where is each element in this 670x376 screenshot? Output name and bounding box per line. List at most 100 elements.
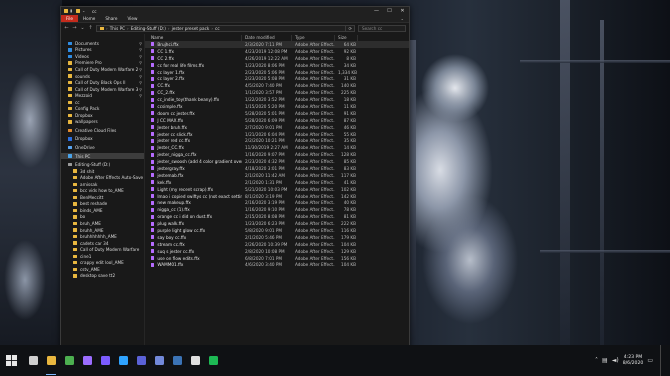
file-size: 46 KB xyxy=(343,124,356,130)
after-effects-preset-icon xyxy=(151,159,155,164)
file-row[interactable]: jester red cc.ffx 2/2/2020 10:21 PM Adobe … xyxy=(145,137,409,144)
new-folder-icon[interactable] xyxy=(76,9,80,13)
file-row[interactable]: cc for real life films.ffx 1/23/2020 8:06… xyxy=(145,62,409,69)
clock[interactable]: 4:23 PM 8/6/2020 xyxy=(623,355,644,367)
file-name: cc layer 1.ffx xyxy=(157,69,185,75)
media-encoder-icon[interactable] xyxy=(132,345,150,376)
spotify-icon[interactable] xyxy=(204,345,222,376)
file-row[interactable]: Light (my recent scrap).ffx 5/21/2020 10:… xyxy=(145,186,409,193)
file-row[interactable]: cc layer 2.ffx 2/23/2020 5:08 PM Adobe Aft… xyxy=(145,75,409,82)
file-row[interactable]: ccsimple.ffx 1/15/2020 5:20 PM Adobe After… xyxy=(145,103,409,110)
sidebar-item-label: Documents xyxy=(75,40,99,46)
taskbar: ˄ ▤ ◄) 4:23 PM 8/6/2020 ▭ xyxy=(0,345,670,376)
file-row[interactable]: Jester_CC.ffx 11/30/2019 2:27 AM Adobe Aft… xyxy=(145,144,409,151)
breadcrumb-cc[interactable]: cc xyxy=(215,26,220,31)
column-type-header[interactable]: Type xyxy=(292,34,335,41)
address-bar[interactable]: › This PC › Editing-Stuff (D:) › jester … xyxy=(96,24,355,32)
folder-icon xyxy=(73,208,77,213)
file-row[interactable]: cc layer 1.ffx 2/23/2020 5:06 PM Adobe Aft… xyxy=(145,69,409,76)
file-row[interactable]: jestergray.ffx 4/18/2020 3:01 PM Adobe Aft… xyxy=(145,165,409,172)
breadcrumb-jester-preset-pack[interactable]: jester preset pack xyxy=(172,26,210,31)
breadcrumb-drive[interactable]: Editing-Stuff (D:) xyxy=(131,26,166,31)
properties-icon[interactable]: ▮ xyxy=(70,9,74,13)
recent-locations-button[interactable]: ⌄ xyxy=(80,25,85,31)
after-effects-preset-icon xyxy=(151,180,155,185)
file-row[interactable]: jester_nigga_cc.ffx 1/16/2020 9:07 PM Adob… xyxy=(145,151,409,158)
file-size: 92 KB xyxy=(343,48,356,54)
maximize-button[interactable]: ☐ xyxy=(383,7,396,15)
file-row[interactable]: CC 1.ffx 4/23/2019 12:08 PM Adobe After Ef… xyxy=(145,48,409,55)
chrome-icon[interactable] xyxy=(60,345,78,376)
tab-share[interactable]: Share xyxy=(100,15,122,22)
tab-view[interactable]: View xyxy=(122,15,142,22)
tab-home[interactable]: Home xyxy=(78,15,100,22)
file-size: 179 KB xyxy=(341,234,356,240)
file-explorer-icon[interactable] xyxy=(42,345,60,376)
file-row[interactable]: CC 2.ffx 4/26/2019 12:22 AM Adobe After Ef… xyxy=(145,55,409,62)
file-row[interactable]: say boy cc.ffx 2/1/2020 5:46 PM Adobe Afte… xyxy=(145,234,409,241)
premiere-pro-icon[interactable] xyxy=(96,345,114,376)
minimize-button[interactable]: — xyxy=(370,7,383,15)
chevron-down-icon[interactable]: ⌄ xyxy=(82,9,86,13)
file-size: 35 KB xyxy=(343,138,356,144)
steam-icon[interactable] xyxy=(168,345,186,376)
tab-file[interactable]: File xyxy=(61,15,79,22)
sidebar-item-label: sounds xyxy=(75,73,90,79)
file-size: 104 KB xyxy=(341,262,356,268)
folder-icon xyxy=(73,241,77,245)
after-effects-icon[interactable] xyxy=(78,345,96,376)
obs-icon[interactable] xyxy=(186,345,204,376)
file-row[interactable]: CC_2.ffx 1/1/2020 3:57 PM Adobe After Effe… xyxy=(145,89,409,96)
notifications-icon[interactable]: ▭ xyxy=(647,357,653,364)
task-view-icon[interactable] xyxy=(24,345,42,376)
column-date-header[interactable]: Date modified xyxy=(242,34,292,41)
file-row[interactable]: CC.ffx 4/5/2020 7:40 PM Adobe After Effect… xyxy=(145,82,409,89)
refresh-icon[interactable]: ⟳ xyxy=(345,25,354,31)
column-size-header[interactable]: Size xyxy=(335,34,358,41)
breadcrumb-this-pc[interactable]: This PC xyxy=(110,26,125,31)
file-row[interactable]: plug walk.ffx 1/23/2020 6:23 PM Adobe Afte… xyxy=(145,220,409,227)
file-row[interactable]: J CC MAX.ffx 5/28/2020 6:09 PM Adobe After… xyxy=(145,117,409,124)
file-row[interactable]: jester_swoosh (add 4 color gradient over… xyxy=(145,158,409,165)
column-name-header[interactable]: Name xyxy=(148,34,242,41)
file-name: jestergray.ffx xyxy=(157,165,185,171)
pin-icon: ⚲ xyxy=(139,73,142,79)
file-row[interactable]: kek.ffx 2/1/2020 1:31 PM Adobe After Effec… xyxy=(145,179,409,186)
back-button[interactable]: ← xyxy=(64,25,69,31)
close-button[interactable]: ✕ xyxy=(396,7,409,15)
file-row[interactable]: lmao i copied swiftys cc (not exact sett… xyxy=(145,193,409,200)
sidebar-item[interactable]: desktop save tt2 xyxy=(61,273,144,280)
file-row[interactable]: suq s jester cc.ffx 2/8/2020 10:08 PM Adob… xyxy=(145,248,409,255)
navigation-pane: Documents ⚲ Pictures ⚲ Videos ⚲ Premiere Pro ⚲ C… xyxy=(61,34,145,346)
file-date: 1/21/2020 6:04 PM xyxy=(245,131,285,137)
file-row[interactable]: Jester bruh.ffx 2/7/2020 9:01 PM Adobe Aft… xyxy=(145,124,409,131)
file-row[interactable]: Brujhci.ffx 2/3/2020 7:11 PM Adobe After E… xyxy=(145,41,409,48)
file-size: 129 KB xyxy=(341,248,356,254)
file-row[interactable]: cc_indie_toy(thank beany).ffx 1/22/2020 3… xyxy=(145,96,409,103)
file-row[interactable]: orange cc i did on dust.ffx 2/15/2020 8:0… xyxy=(145,213,409,220)
search-input[interactable]: Search cc xyxy=(358,24,406,32)
discord-icon[interactable] xyxy=(150,345,168,376)
file-row[interactable]: nigga_cc (1).ffx 1/16/2020 9:10 PM Adobe A… xyxy=(145,206,409,213)
forward-button[interactable]: → xyxy=(72,25,77,31)
up-button[interactable]: ↑ xyxy=(88,25,93,31)
file-row[interactable]: use on flow edits.ffx 6/8/2020 7:01 PM Ado… xyxy=(145,255,409,262)
expand-ribbon-icon[interactable]: ⌄ xyxy=(395,15,409,22)
start-button[interactable] xyxy=(0,345,22,376)
file-row[interactable]: WAMM01.ffx 4/6/2020 3:40 PM Adobe After Ef… xyxy=(145,262,409,269)
network-icon[interactable]: ▤ xyxy=(602,357,608,364)
file-row[interactable]: stream cc.ffx 2/26/2020 10:39 PM Adobe Aft… xyxy=(145,241,409,248)
file-name-cell: jester cc slick.ffx xyxy=(148,132,242,137)
file-row[interactable]: new makeup.ffx 2/16/2020 3:19 PM Adobe Aft… xyxy=(145,199,409,206)
breadcrumb-separator: › xyxy=(106,25,108,31)
file-row[interactable]: purple light glow cc.ffx 5/8/2020 9:01 PM… xyxy=(145,227,409,234)
file-row[interactable]: jestemab.ffx 2/1/2020 11:42 AM Adobe After… xyxy=(145,172,409,179)
show-desktop-button[interactable] xyxy=(660,345,662,376)
chevron-up-icon[interactable]: ˄ xyxy=(595,357,598,364)
file-row[interactable]: jester cc slick.ffx 1/21/2020 6:04 PM Adob… xyxy=(145,131,409,138)
photoshop-icon[interactable] xyxy=(114,345,132,376)
file-name: jester_nigga_cc.ffx xyxy=(157,152,197,158)
volume-icon[interactable]: ◄) xyxy=(612,357,619,364)
file-name: Brujhci.ffx xyxy=(157,41,179,47)
file-row[interactable]: doom cc jester.ffx 5/28/2020 5:01 PM Adobe… xyxy=(145,110,409,117)
